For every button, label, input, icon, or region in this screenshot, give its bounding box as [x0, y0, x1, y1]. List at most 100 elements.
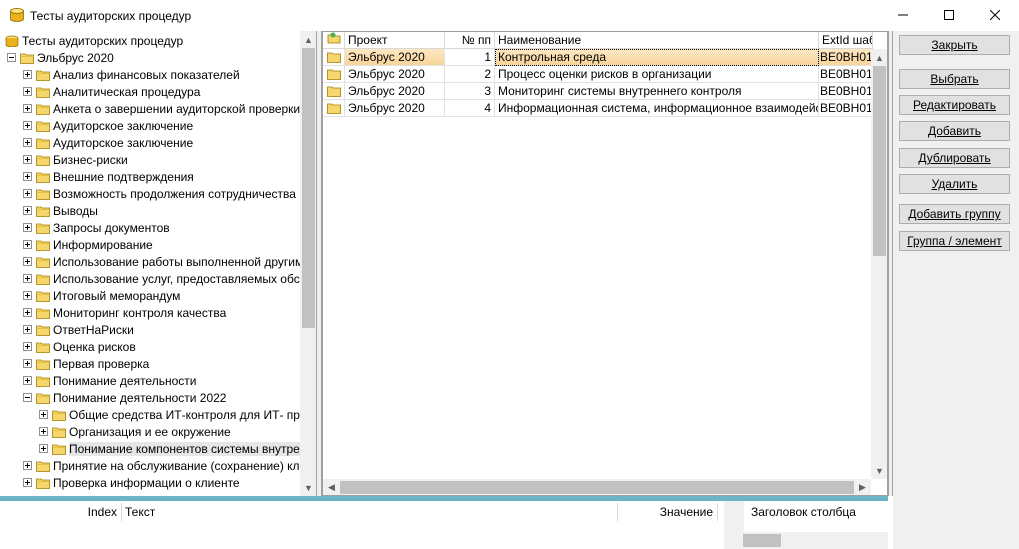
- expand-icon[interactable]: [23, 461, 32, 470]
- close-button[interactable]: Закрыть: [899, 35, 1010, 55]
- maximize-button[interactable]: [926, 0, 972, 30]
- add-group-button[interactable]: Добавить группу: [899, 204, 1010, 224]
- cell-project[interactable]: Эльбрус 2020: [345, 49, 445, 66]
- cell-project[interactable]: Эльбрус 2020: [345, 100, 445, 117]
- tree-item[interactable]: Внешние подтверждения: [23, 168, 194, 185]
- duplicate-button[interactable]: Дублировать: [899, 148, 1010, 168]
- select-button[interactable]: Выбрать: [899, 69, 1010, 89]
- tree-item[interactable]: Проверка информации о клиенте: [23, 474, 240, 491]
- tree-item[interactable]: Понимание деятельности 2022: [23, 389, 226, 406]
- tree-subitem[interactable]: Общие средства ИТ-контроля для ИТ- пр...: [39, 406, 310, 423]
- expand-icon[interactable]: [23, 257, 32, 266]
- add-button[interactable]: Добавить: [899, 121, 1010, 141]
- expand-icon[interactable]: [23, 189, 32, 198]
- expand-icon[interactable]: [23, 291, 32, 300]
- tree-item[interactable]: Понимание деятельности: [23, 372, 196, 389]
- tree-subitem[interactable]: Организация и ее окружение: [39, 423, 231, 440]
- group-element-button[interactable]: Группа / элемент: [899, 231, 1010, 251]
- scroll-thumb[interactable]: [340, 481, 854, 494]
- tree-item[interactable]: Оценка рисков: [23, 338, 136, 355]
- tree-item[interactable]: ОтветНаРиски: [23, 321, 134, 338]
- cell-extid[interactable]: BE0BH019: [819, 100, 873, 117]
- cell-project[interactable]: Эльбрус 2020: [345, 66, 445, 83]
- procedures-grid[interactable]: Проект № пп Наименование ExtId шаб Эльбр…: [322, 31, 888, 496]
- expand-icon[interactable]: [23, 104, 32, 113]
- tree-item[interactable]: Информирование: [23, 236, 153, 253]
- expand-icon[interactable]: [23, 274, 32, 283]
- cell-extid[interactable]: BE0BH019: [819, 66, 873, 83]
- collapse-icon[interactable]: [23, 393, 32, 402]
- expand-icon[interactable]: [23, 376, 32, 385]
- column-header-project[interactable]: Проект: [345, 32, 445, 49]
- expand-icon[interactable]: [23, 359, 32, 368]
- cell-name[interactable]: Контрольная среда: [495, 49, 819, 66]
- delete-button[interactable]: Удалить: [899, 174, 1010, 194]
- collapse-icon[interactable]: [7, 53, 16, 62]
- cell-number[interactable]: 2: [445, 66, 495, 83]
- tree-item[interactable]: Использование работы выполненной другими: [23, 253, 310, 270]
- scroll-thumb[interactable]: [743, 534, 781, 547]
- scroll-thumb[interactable]: [873, 66, 886, 256]
- cell-extid[interactable]: BE0BH019: [819, 49, 873, 66]
- column-header-value[interactable]: Значение: [618, 503, 718, 521]
- expand-icon[interactable]: [23, 121, 32, 130]
- tree-item-project[interactable]: Эльбрус 2020: [7, 49, 114, 66]
- cell-extid[interactable]: BE0BH019: [819, 83, 873, 100]
- cell-name[interactable]: Мониторинг системы внутреннего контроля: [495, 83, 819, 100]
- tree-item[interactable]: Первая проверка: [23, 355, 149, 372]
- cell-number[interactable]: 3: [445, 83, 495, 100]
- expand-icon[interactable]: [23, 240, 32, 249]
- column-header-name[interactable]: Наименование: [495, 32, 819, 49]
- minimize-button[interactable]: [880, 0, 926, 30]
- column-icon-header[interactable]: [323, 32, 345, 49]
- column-header-number[interactable]: № пп: [445, 32, 495, 49]
- grid-vertical-scrollbar[interactable]: ▲ ▼: [871, 49, 887, 479]
- expand-icon[interactable]: [23, 308, 32, 317]
- tree-item[interactable]: Мониторинг контроля качества: [23, 304, 226, 321]
- bottom-horizontal-scrollbar[interactable]: [726, 532, 888, 549]
- expand-icon[interactable]: [23, 223, 32, 232]
- scroll-down-icon[interactable]: ▼: [300, 479, 317, 496]
- column-header-index[interactable]: Index: [0, 503, 122, 521]
- column-header-text[interactable]: Текст: [122, 503, 618, 521]
- table-row[interactable]: Эльбрус 2020 3 Мониторинг системы внутренн…: [323, 83, 873, 100]
- procedure-tree[interactable]: Тесты аудиторских процедур Эльбрус 2020 Ан…: [0, 31, 316, 496]
- scroll-up-icon[interactable]: ▲: [300, 31, 317, 48]
- expand-icon[interactable]: [23, 172, 32, 181]
- cell-project[interactable]: Эльбрус 2020: [345, 83, 445, 100]
- scroll-up-icon[interactable]: ▲: [871, 49, 887, 66]
- cell-number[interactable]: 4: [445, 100, 495, 117]
- expand-icon[interactable]: [23, 478, 32, 487]
- column-header-extid[interactable]: ExtId шаб: [819, 32, 873, 49]
- column-header-title[interactable]: Заголовок столбца: [748, 503, 888, 521]
- cell-number[interactable]: 1: [445, 49, 495, 66]
- expand-icon[interactable]: [23, 155, 32, 164]
- expand-icon[interactable]: [39, 444, 48, 453]
- tree-item[interactable]: Аудиторское заключение: [23, 134, 193, 151]
- tree-item[interactable]: Анализ финансовых показателей: [23, 66, 240, 83]
- tree-item[interactable]: Использование услуг, предоставляемых обс…: [23, 270, 310, 287]
- table-row[interactable]: Эльбрус 2020 2 Процесс оценки рисков в орг…: [323, 66, 873, 83]
- tree-item[interactable]: Аналитическая процедура: [23, 83, 200, 100]
- expand-icon[interactable]: [39, 427, 48, 436]
- tree-item[interactable]: Возможность продолжения сотрудничества .…: [23, 185, 309, 202]
- expand-icon[interactable]: [23, 206, 32, 215]
- tree-root[interactable]: Тесты аудиторских процедур: [5, 32, 183, 49]
- tree-item[interactable]: Итоговый меморандум: [23, 287, 180, 304]
- tree-item[interactable]: Выводы: [23, 202, 98, 219]
- cell-name[interactable]: Процесс оценки рисков в организации: [495, 66, 819, 83]
- tree-subitem[interactable]: Понимание компонентов системы внутрен...: [39, 440, 316, 457]
- tree-item[interactable]: Запросы документов: [23, 219, 170, 236]
- grid-horizontal-scrollbar[interactable]: ◀ ▶: [323, 479, 871, 495]
- table-row[interactable]: Эльбрус 2020 4 Информационная система, инф…: [323, 100, 873, 117]
- close-window-button[interactable]: [972, 0, 1018, 30]
- tree-item[interactable]: Бизнес-риски: [23, 151, 128, 168]
- expand-icon[interactable]: [39, 410, 48, 419]
- expand-icon[interactable]: [23, 70, 32, 79]
- expand-icon[interactable]: [23, 325, 32, 334]
- scroll-left-icon[interactable]: ◀: [323, 479, 340, 495]
- table-row[interactable]: Эльбрус 20201Контрольная средаBE0BH019: [323, 49, 873, 66]
- tree-item[interactable]: Аудиторское заключение: [23, 117, 193, 134]
- scroll-right-icon[interactable]: ▶: [854, 479, 871, 495]
- scroll-thumb[interactable]: [302, 48, 315, 328]
